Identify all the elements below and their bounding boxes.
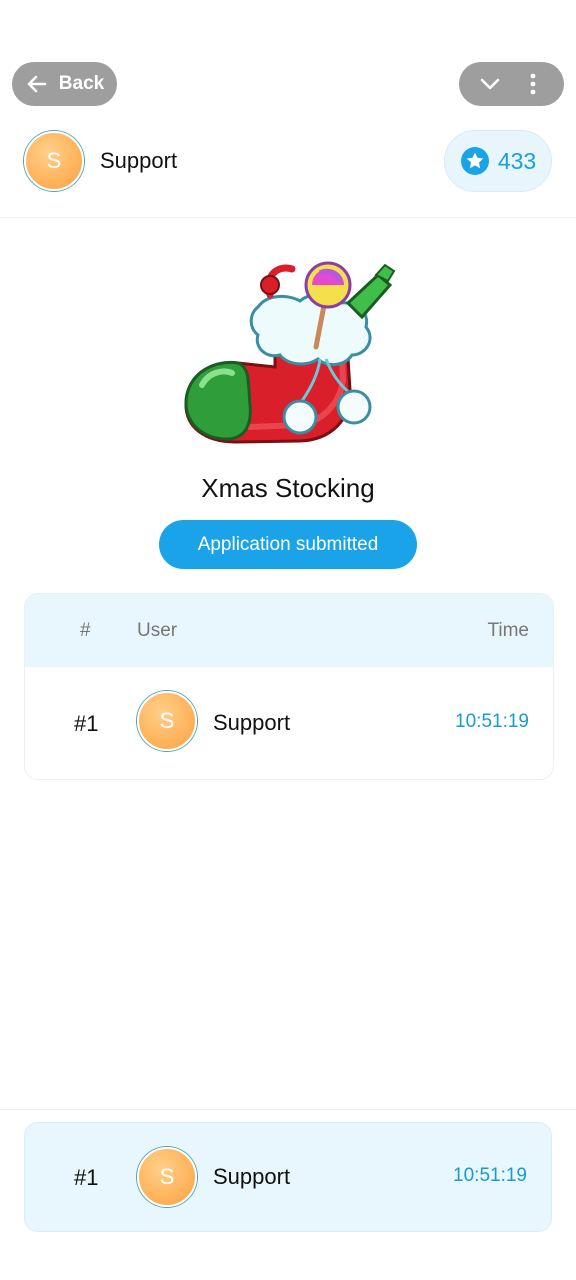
avatar[interactable]: S (137, 1147, 197, 1207)
avatar[interactable]: S (24, 131, 84, 191)
avatar-letter: S (46, 148, 62, 173)
top-bar: Back (12, 62, 564, 106)
row-rank: #1 (74, 711, 99, 736)
gift-details-page: Back S Support 433 Xmas Stocking Applica… (0, 0, 576, 1280)
back-button[interactable]: Back (12, 62, 117, 106)
star-badge-icon (460, 147, 489, 175)
footer-time: 10:51:19 (453, 1165, 527, 1186)
footer-divider (0, 1109, 576, 1110)
column-header-user: User (137, 620, 178, 641)
header-menu (459, 62, 564, 106)
more-vertical-icon[interactable] (521, 72, 545, 96)
arrow-left-icon (27, 75, 47, 93)
xmas-stocking-sticker (184, 261, 396, 444)
application-status-button[interactable]: Application submitted (159, 520, 417, 569)
score-badge[interactable]: 433 (444, 130, 552, 192)
profile-header: S Support 433 (24, 130, 552, 194)
avatar-letter: S (159, 708, 175, 733)
gift-title: Xmas Stocking (201, 473, 375, 503)
profile-name[interactable]: Support (100, 148, 177, 174)
column-header-rank: # (80, 620, 91, 641)
row-time: 10:51:19 (455, 711, 529, 732)
column-header-time: Time (487, 620, 529, 641)
table-header: # User Time (25, 594, 553, 667)
table-row[interactable]: #1 S Support 10:51:19 (25, 667, 553, 777)
row-user-name: Support (213, 710, 291, 735)
footer-rank: #1 (74, 1165, 99, 1190)
footer-user-name: Support (213, 1164, 291, 1189)
avatar-letter: S (159, 1164, 175, 1189)
winners-table: # User Time #1 S Support 10:51:19 (24, 593, 554, 780)
score-value: 433 (497, 147, 537, 174)
header-divider (0, 217, 576, 218)
current-user-row[interactable]: #1 S Support 10:51:19 (24, 1122, 552, 1232)
avatar[interactable]: S (137, 691, 197, 751)
chevron-down-icon[interactable] (478, 72, 502, 96)
back-label: Back (58, 73, 105, 94)
